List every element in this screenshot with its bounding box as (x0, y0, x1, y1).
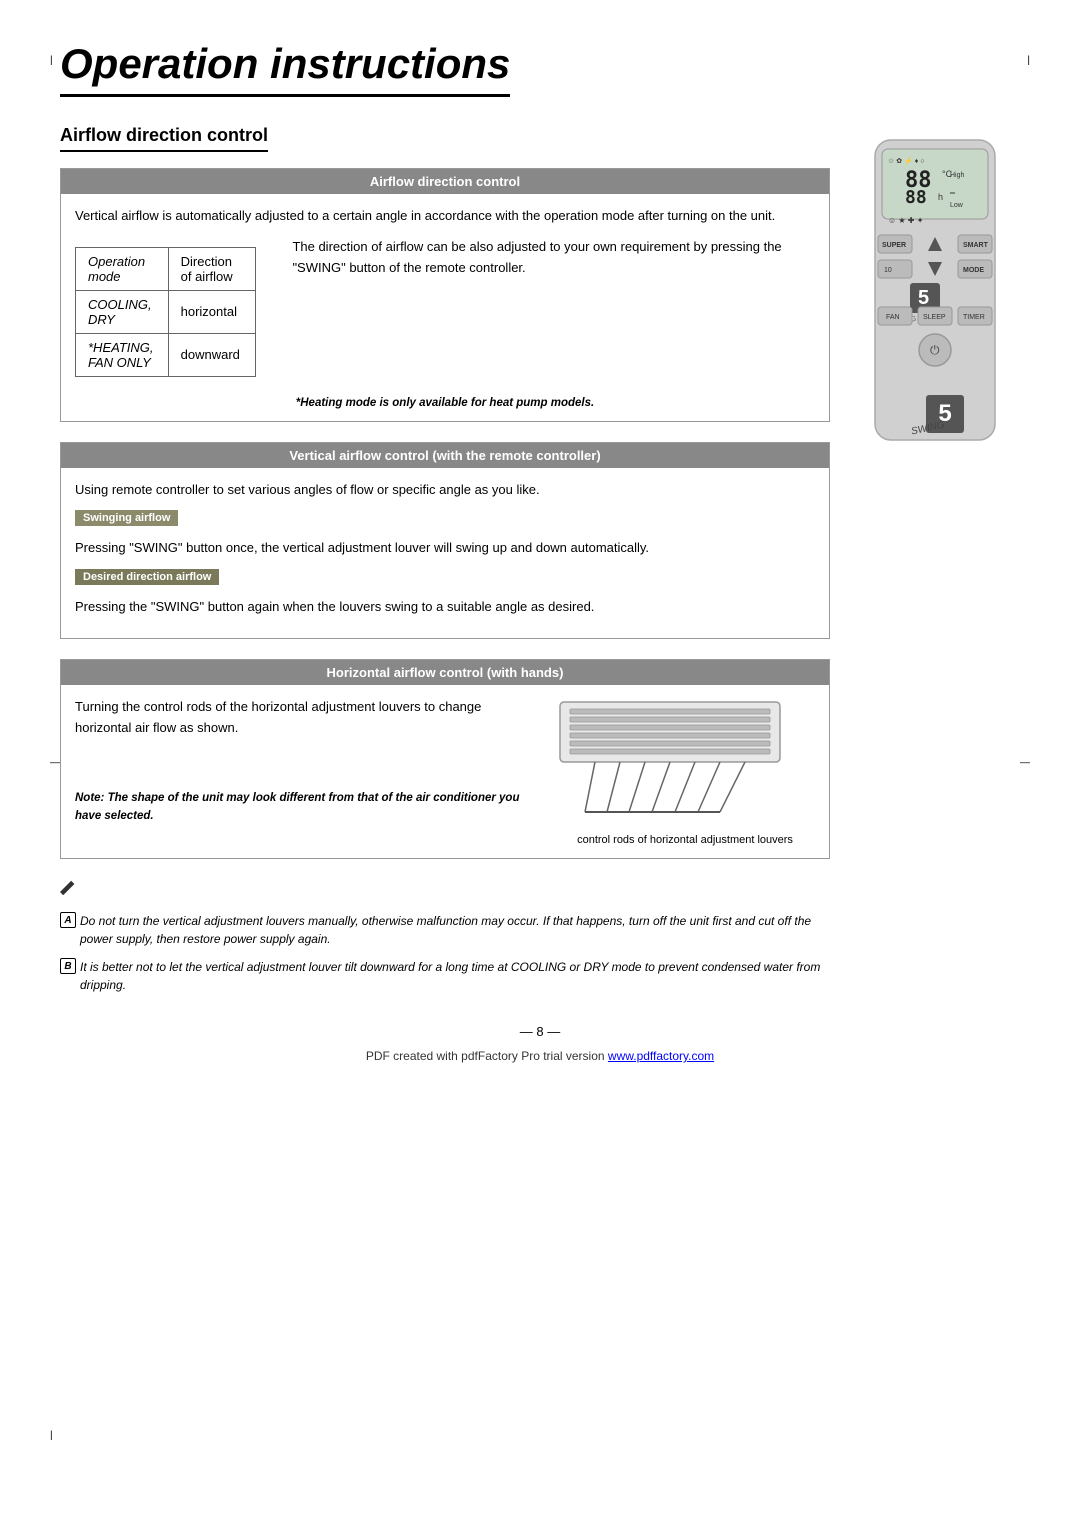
section1-intro: Vertical airflow is automatically adjust… (75, 206, 815, 227)
note-icon-a: A (60, 912, 76, 928)
table-header-direction: Direction of airflow (168, 247, 256, 290)
section3-text: Turning the control rods of the horizont… (75, 697, 535, 739)
page-number: — 8 — (60, 1024, 1020, 1039)
svg-text:10: 10 (884, 267, 892, 274)
airflow-box-header: Airflow direction control (61, 169, 829, 194)
corner-mark-tr: | (1027, 55, 1030, 66)
svg-text:5: 5 (918, 287, 929, 309)
table-row-cooling: COOLING, DRY (76, 290, 169, 333)
side-mark-left: — (50, 758, 60, 769)
side-mark-right: — (1020, 758, 1030, 769)
svg-text:TIMER: TIMER (963, 314, 985, 321)
section3-img-label: control rods of horizontal adjustment lo… (555, 834, 815, 846)
svg-text:Low: Low (950, 202, 964, 209)
footer-link[interactable]: www.pdffactory.com (608, 1049, 714, 1063)
table-val-horizontal: horizontal (168, 290, 256, 333)
svg-text:SUPER: SUPER (882, 242, 906, 249)
swinging-text: Pressing "SWING" button once, the vertic… (75, 538, 815, 559)
svg-text:88: 88 (905, 187, 927, 208)
swinging-badge: Swinging airflow (75, 510, 178, 526)
svg-text:SMART: SMART (963, 242, 989, 249)
corner-mark-tl: | (50, 55, 53, 66)
section1-heading: Airflow direction control (60, 125, 268, 152)
page-footer: PDF created with pdfFactory Pro trial ve… (60, 1049, 1020, 1063)
page-title: Operation instructions (60, 40, 510, 97)
ac-unit-svg (555, 697, 795, 827)
pencil-icon (60, 879, 76, 895)
svg-text:High: High (950, 172, 965, 179)
svg-text:☆ ✿ ⚡ ♦ ○: ☆ ✿ ⚡ ♦ ○ (888, 156, 924, 165)
horizontal-section-header: Horizontal airflow control (with hands) (61, 660, 829, 685)
airflow-info-box: Airflow direction control Vertical airfl… (60, 168, 830, 422)
section1-footnote: *Heating mode is only available for heat… (75, 397, 815, 409)
svg-text:☺ ★ ✚ ✦: ☺ ★ ✚ ✦ (888, 216, 924, 225)
note-icon-b: B (60, 958, 76, 974)
note-a-text: Do not turn the vertical adjustment louv… (80, 912, 830, 948)
notes-section: A Do not turn the vertical adjustment lo… (60, 879, 830, 994)
section1-side-text: The direction of airflow can be also adj… (292, 237, 815, 279)
svg-text:SLEEP: SLEEP (923, 314, 946, 321)
svg-text:MODE: MODE (963, 267, 984, 274)
desired-badge: Desired direction airflow (75, 569, 219, 585)
remote-side: ☆ ✿ ⚡ ♦ ○ 88 °C High 88 h ═ Low ☺ ★ ✚ ✦ (850, 125, 1020, 433)
footer-text: PDF created with pdfFactory Pro trial ve… (366, 1049, 608, 1063)
desired-text: Pressing the "SWING" button again when t… (75, 597, 815, 618)
vertical-section: Vertical airflow control (with the remot… (60, 442, 830, 639)
svg-text:═: ═ (949, 190, 955, 197)
horizontal-img-area: control rods of horizontal adjustment lo… (555, 697, 815, 846)
corner-mark-bl: | (50, 1430, 53, 1441)
section2-intro: Using remote controller to set various a… (75, 480, 815, 501)
airflow-table: Operation mode Direction of airflow COOL… (75, 247, 256, 377)
vertical-section-header: Vertical airflow control (with the remot… (61, 443, 829, 468)
section3-note: Note: The shape of the unit may look dif… (75, 789, 535, 826)
note-row-B: B It is better not to let the vertical a… (60, 958, 830, 994)
table-val-downward: downward (168, 333, 256, 376)
svg-text:FAN: FAN (886, 314, 900, 321)
horizontal-section: Horizontal airflow control (with hands) … (60, 659, 830, 859)
note-row-A: A Do not turn the vertical adjustment lo… (60, 912, 830, 948)
table-row-heating: *HEATING,FAN ONLY (76, 333, 169, 376)
svg-text:⏻: ⏻ (930, 343, 940, 357)
note-b-text: It is better not to let the vertical adj… (80, 958, 830, 994)
table-header-mode: Operation mode (76, 247, 169, 290)
svg-text:h: h (938, 192, 943, 202)
